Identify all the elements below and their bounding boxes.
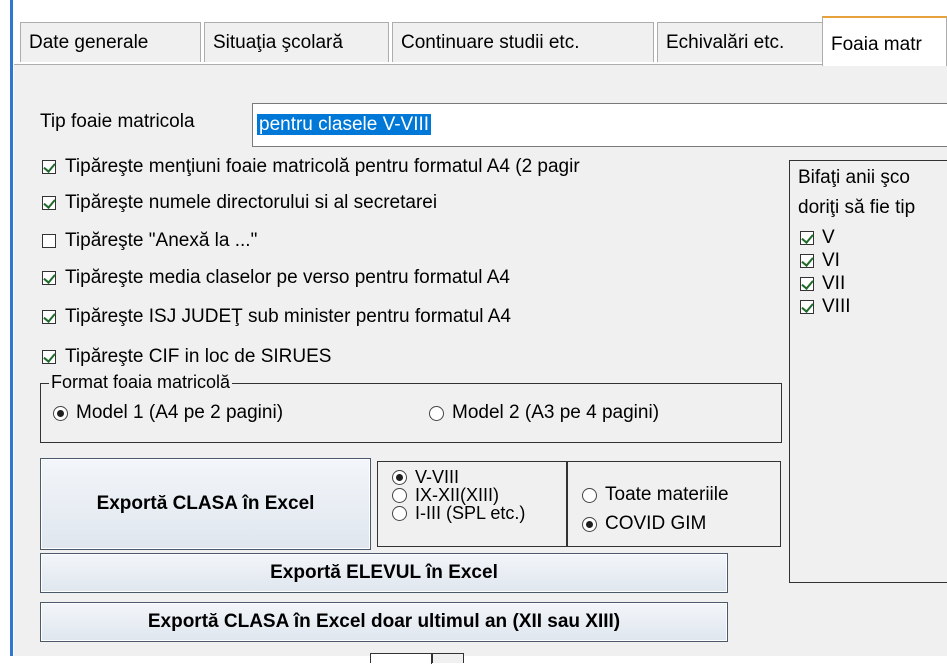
checkbox-year-viii[interactable]: VIII bbox=[800, 296, 851, 318]
checkbox-icon[interactable] bbox=[42, 310, 56, 324]
checkbox-anexa[interactable]: Tipăreşte "Anexă la ..." bbox=[42, 227, 257, 255]
format-foaia-group: Format foaia matricolă Model 1 (A4 pe 2 … bbox=[40, 372, 782, 443]
checkbox-label: Tipăreşte CIF in loc de SIRUES bbox=[65, 346, 332, 367]
years-box-line-2: doriţi să fie tip bbox=[798, 197, 916, 218]
checkbox-icon[interactable] bbox=[42, 234, 56, 248]
checkbox-year-vii[interactable]: VII bbox=[800, 273, 845, 295]
radio-icon[interactable] bbox=[53, 405, 68, 421]
checkbox-cif-sirues[interactable]: Tipăreşte CIF in loc de SIRUES bbox=[42, 343, 331, 371]
checkbox-icon[interactable] bbox=[42, 271, 56, 285]
tab-date-generale[interactable]: Date generale bbox=[20, 22, 201, 62]
checkbox-label: Tipăreşte media claselor pe verso pentru… bbox=[65, 267, 510, 288]
checkbox-icon[interactable] bbox=[42, 350, 56, 364]
radio-covid-gim[interactable]: COVID GIM bbox=[582, 513, 706, 535]
radio-model-1[interactable]: Model 1 (A4 pe 2 pagini) bbox=[53, 402, 283, 424]
checkbox-label: V bbox=[822, 227, 835, 248]
radio-label: Toate materiile bbox=[605, 484, 729, 505]
checkbox-label: VIII bbox=[822, 296, 851, 317]
checkbox-icon[interactable] bbox=[42, 160, 56, 174]
radio-toate-materiile[interactable]: Toate materiile bbox=[582, 484, 729, 506]
checkbox-icon[interactable] bbox=[800, 300, 814, 314]
radio-icon[interactable] bbox=[429, 405, 444, 421]
checkbox-media-verso[interactable]: Tipăreşte media claselor pe verso pentru… bbox=[42, 264, 510, 292]
checkbox-label: VI bbox=[822, 250, 840, 271]
radio-label: V-VIII bbox=[415, 467, 460, 487]
radio-icon[interactable] bbox=[582, 516, 597, 532]
format-group-title: Format foaia matricolă bbox=[49, 372, 233, 393]
checkbox-icon[interactable] bbox=[800, 231, 814, 245]
radio-label: Model 2 (A3 pe 4 pagini) bbox=[452, 402, 660, 423]
foaia-matricola-panel: Tip foaie matricola pentru clasele V-VII… bbox=[14, 64, 947, 664]
export-class-button[interactable]: Exportă CLASA în Excel bbox=[40, 458, 371, 550]
radio-level-i-iii[interactable]: I-III (SPL etc.) bbox=[392, 504, 525, 522]
checkbox-icon[interactable] bbox=[42, 196, 56, 210]
radio-icon[interactable] bbox=[392, 487, 407, 503]
radio-level-v-viii[interactable]: V-VIII bbox=[392, 468, 459, 486]
checkbox-label: VII bbox=[822, 273, 846, 294]
radio-label: IX-XII(XIII) bbox=[415, 485, 500, 505]
tab-foaia-matricola[interactable]: Foaia matr bbox=[822, 16, 947, 66]
checkbox-label: Tipăreşte numele directorului si al secr… bbox=[65, 192, 438, 213]
export-last-year-button[interactable]: Exportă CLASA în Excel doar ultimul an (… bbox=[40, 602, 728, 642]
radio-icon[interactable] bbox=[392, 505, 407, 521]
radio-level-ix-xii[interactable]: IX-XII(XIII) bbox=[392, 486, 499, 504]
radio-label: I-III (SPL etc.) bbox=[415, 503, 526, 523]
checkbox-icon[interactable] bbox=[800, 277, 814, 291]
radio-model-2[interactable]: Model 2 (A3 pe 4 pagini) bbox=[429, 402, 659, 424]
checkbox-icon[interactable] bbox=[800, 254, 814, 268]
level-radio-group: V-VIII IX-XII(XIII) I-III (SPL etc.) bbox=[377, 461, 567, 547]
years-box-line-1: Bifaţi anii şco bbox=[798, 167, 910, 188]
subject-radio-group: Toate materiile COVID GIM bbox=[567, 461, 781, 547]
checkbox-label: Tipăreşte menţiuni foaie matricolă pentr… bbox=[65, 156, 580, 177]
checkbox-label: Tipăreşte "Anexă la ..." bbox=[65, 230, 258, 251]
radio-label: Model 1 (A4 pe 2 pagini) bbox=[76, 402, 284, 423]
checkbox-year-vi[interactable]: VI bbox=[800, 250, 840, 272]
checkbox-label: Tipăreşte ISJ JUDEŢ sub minister pentru … bbox=[65, 306, 511, 327]
bottom-spin-button[interactable] bbox=[432, 653, 464, 663]
tip-foaie-label: Tip foaie matricola bbox=[40, 111, 195, 132]
tab-continuare-studii[interactable]: Continuare studii etc. bbox=[392, 22, 654, 62]
bottom-numeric-field[interactable] bbox=[370, 653, 434, 664]
export-student-button[interactable]: Exportă ELEVUL în Excel bbox=[40, 553, 728, 593]
window-left-border bbox=[0, 0, 14, 656]
checkbox-year-v[interactable]: V bbox=[800, 227, 835, 249]
radio-icon[interactable] bbox=[392, 469, 407, 485]
tab-bar: Date generale Situaţia şcolară Continuar… bbox=[14, 0, 947, 68]
checkbox-director-secretara[interactable]: Tipăreşte numele directorului si al secr… bbox=[42, 189, 437, 217]
tab-echivalari[interactable]: Echivalări etc. bbox=[657, 22, 824, 62]
radio-icon[interactable] bbox=[582, 487, 597, 503]
tip-foaie-value: pentru clasele V-VIII bbox=[257, 114, 432, 135]
tab-situatia-scolara[interactable]: Situaţia şcolară bbox=[204, 22, 389, 62]
years-selection-box: Bifaţi anii şco doriţi să fie tip V VI V… bbox=[789, 160, 947, 583]
checkbox-mentiuni-a4[interactable]: Tipăreşte menţiuni foaie matricolă pentr… bbox=[42, 153, 580, 181]
checkbox-isj-judet[interactable]: Tipăreşte ISJ JUDEŢ sub minister pentru … bbox=[42, 303, 511, 331]
radio-label: COVID GIM bbox=[605, 513, 707, 534]
tip-foaie-input[interactable]: pentru clasele V-VIII bbox=[252, 103, 947, 147]
